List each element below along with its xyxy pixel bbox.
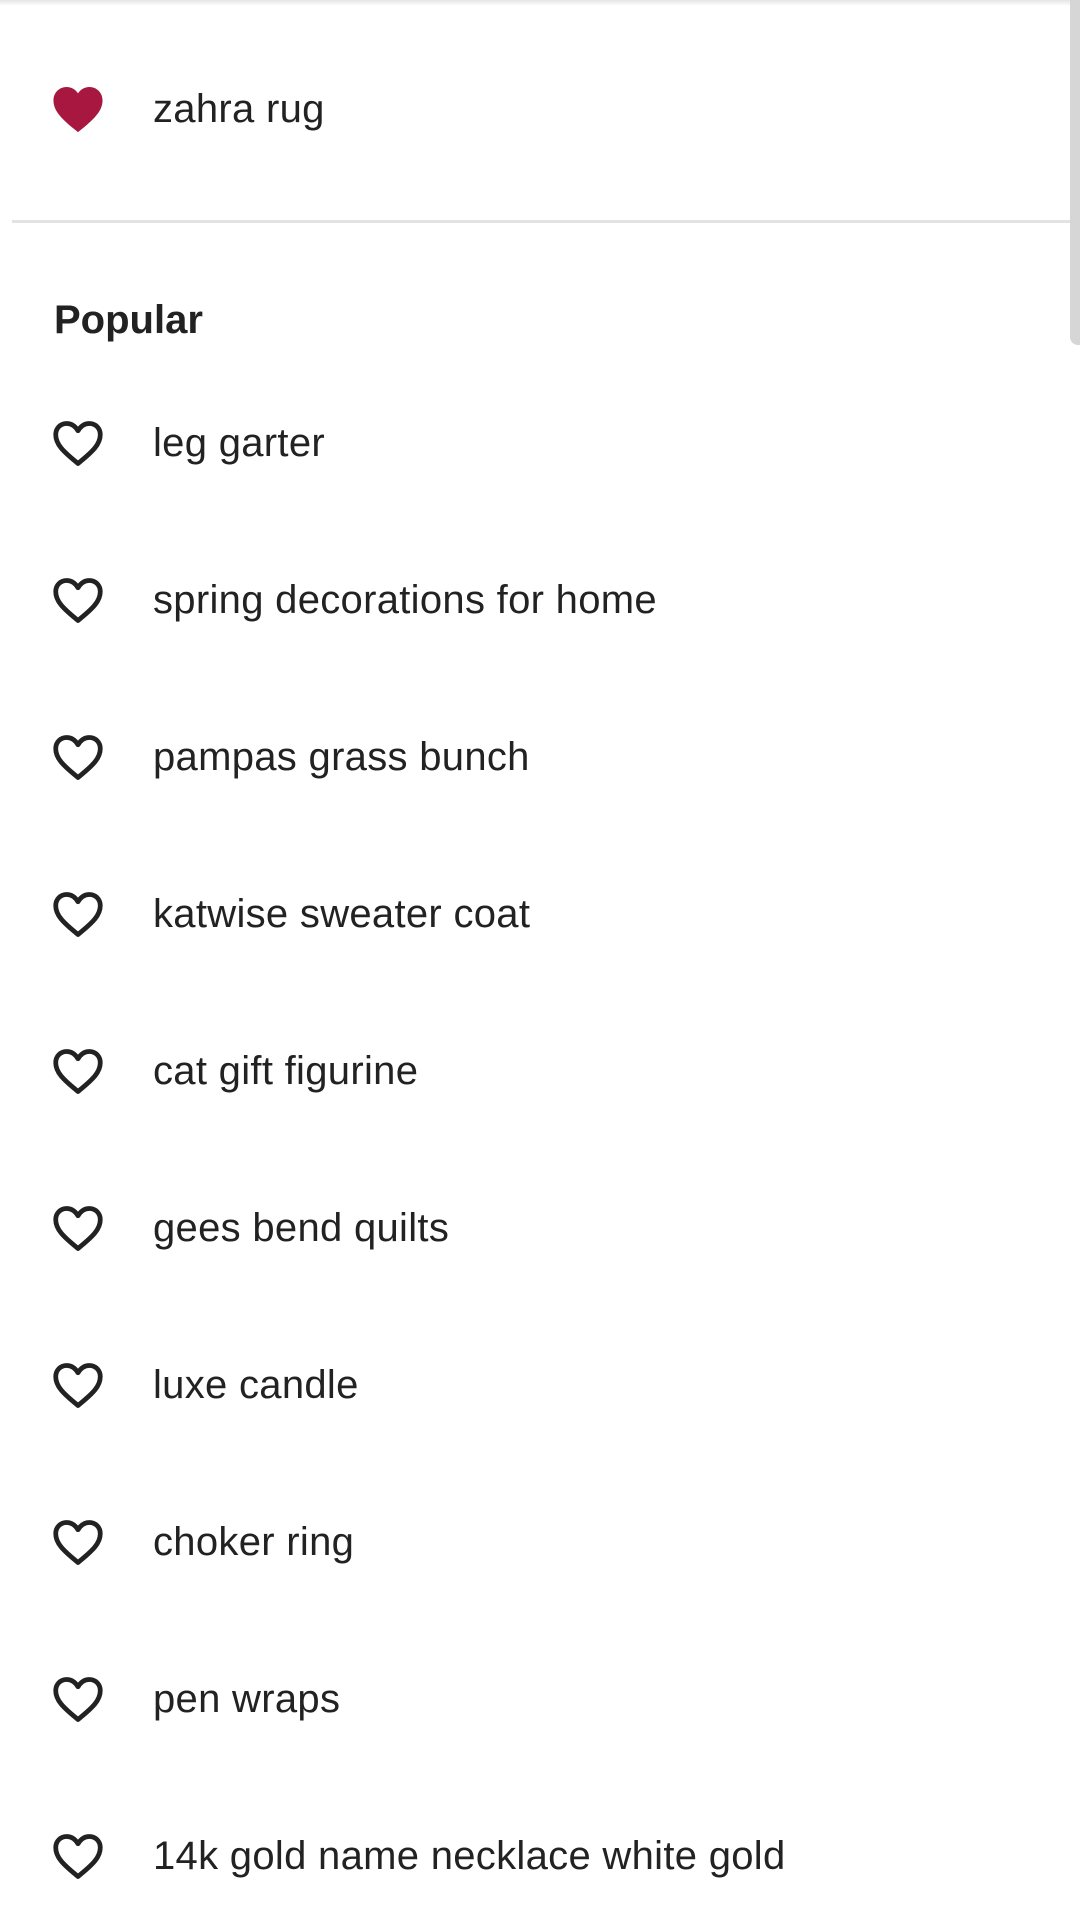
section-title-popular: Popular [54,298,203,342]
divider [12,220,1070,223]
heart-outline-icon[interactable] [50,1357,106,1413]
popular-search-label: katwise sweater coat [153,891,531,936]
popular-search-item[interactable]: pampas grass bunch [0,702,1060,812]
heart-outline-icon[interactable] [50,886,106,942]
heart-outline-icon[interactable] [50,1671,106,1727]
heart-outline-icon[interactable] [50,1200,106,1256]
popular-search-item[interactable]: cat gift figurine [0,1016,1060,1126]
popular-search-label: cat gift figurine [153,1048,419,1093]
popular-search-label: pen wraps [153,1676,341,1721]
popular-search-item[interactable]: spring decorations for home [0,545,1060,655]
popular-search-label: 14k gold name necklace white gold [153,1833,786,1878]
popular-search-label: leg garter [153,420,325,465]
popular-search-item[interactable]: pen wraps [0,1644,1060,1754]
top-shadow [0,0,1080,6]
heart-outline-icon[interactable] [50,1514,106,1570]
saved-search-item[interactable]: zahra rug [0,54,1060,164]
heart-outline-icon[interactable] [50,1828,106,1884]
popular-search-label: choker ring [153,1519,355,1564]
heart-outline-icon[interactable] [50,1043,106,1099]
popular-search-item[interactable]: luxe candle [0,1330,1060,1440]
heart-outline-icon[interactable] [50,729,106,785]
popular-search-item[interactable]: leg garter [0,388,1060,498]
popular-search-label: luxe candle [153,1362,359,1407]
popular-search-label: pampas grass bunch [153,734,530,779]
heart-filled-icon[interactable] [50,81,106,137]
popular-search-label: spring decorations for home [153,577,657,622]
heart-outline-icon[interactable] [50,415,106,471]
popular-search-item[interactable]: gees bend quilts [0,1173,1060,1283]
popular-search-label: gees bend quilts [153,1205,450,1250]
popular-search-item[interactable]: 14k gold name necklace white gold [0,1801,1060,1911]
saved-search-label: zahra rug [153,86,325,131]
heart-outline-icon[interactable] [50,572,106,628]
popular-search-item[interactable]: katwise sweater coat [0,859,1060,969]
popular-search-item[interactable]: choker ring [0,1487,1060,1597]
scrollbar[interactable] [1070,0,1080,345]
